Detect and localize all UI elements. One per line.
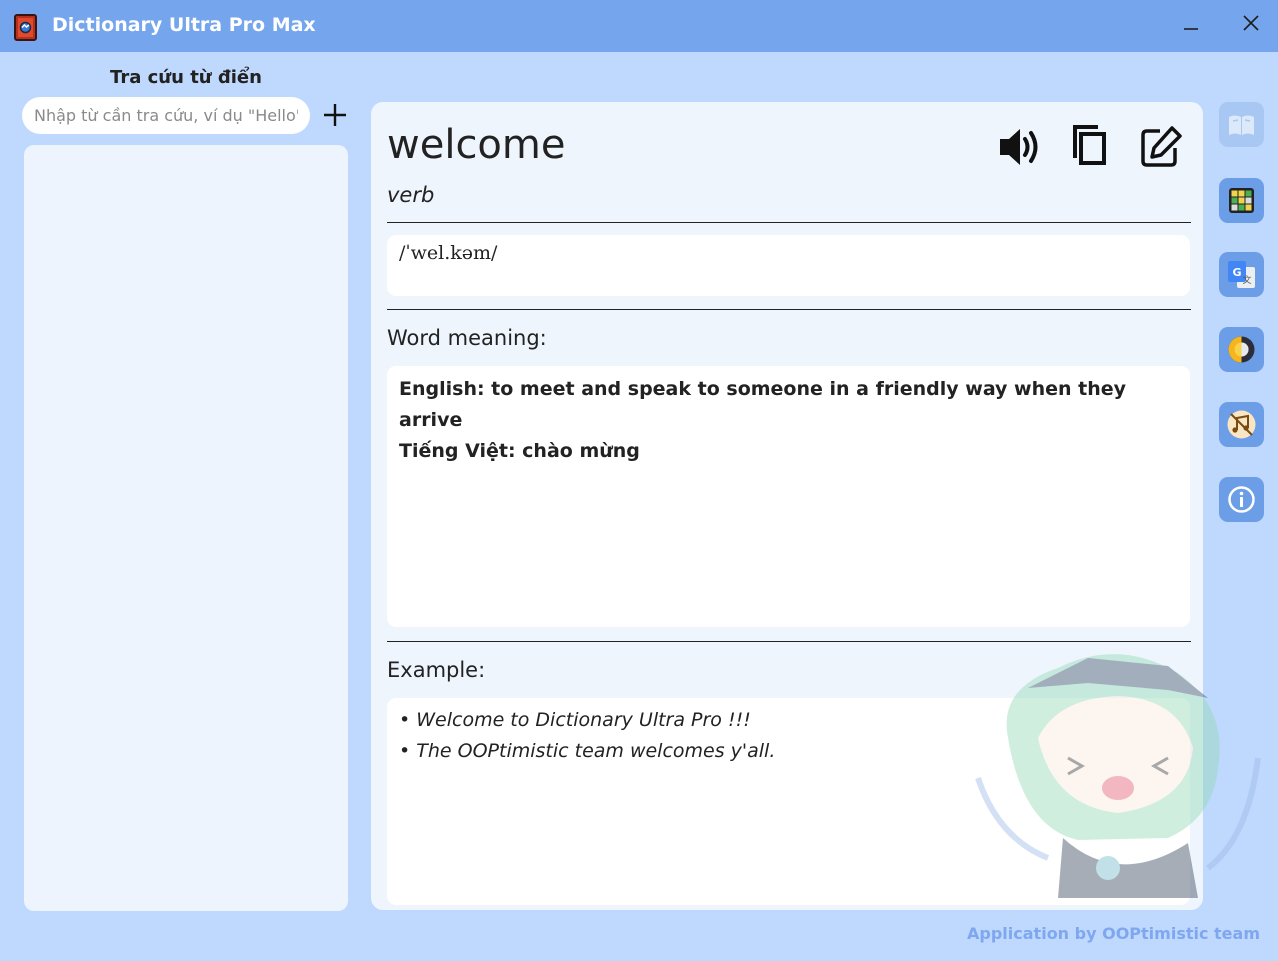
- example-item: • The OOPtimistic team welcomes y'all.: [399, 740, 776, 762]
- meaning-english: English: to meet and speak to someone in…: [399, 378, 1127, 431]
- theme-toggle-icon: [1228, 336, 1255, 363]
- dictionary-book-icon: [1229, 115, 1254, 135]
- dictionary-button[interactable]: [1219, 102, 1264, 147]
- minimize-icon[interactable]: [1176, 12, 1206, 42]
- search-input[interactable]: [22, 97, 310, 134]
- footer-credit: Application by OOPtimistic team: [967, 924, 1260, 943]
- meaning-vietnamese: Tiếng Việt: chào mừng: [399, 440, 640, 462]
- divider: [387, 641, 1191, 642]
- game-grid-icon: [1229, 188, 1254, 213]
- book-icon: [14, 14, 37, 41]
- edit-icon[interactable]: [1136, 122, 1186, 172]
- phonetic-box: /ˈwel.kəm/: [387, 235, 1190, 296]
- word-title: welcome: [387, 122, 566, 168]
- sidebar-heading: Tra cứu từ điển: [110, 67, 262, 88]
- close-icon[interactable]: [1236, 8, 1266, 38]
- example-box: • Welcome to Dictionary Ultra Pro !!! • …: [387, 698, 1190, 905]
- music-button[interactable]: [1219, 402, 1264, 447]
- music-toggle-icon: [1227, 410, 1256, 439]
- google-translate-icon: G 文: [1228, 261, 1255, 288]
- speaker-icon[interactable]: [995, 122, 1045, 172]
- theme-button[interactable]: [1219, 327, 1264, 372]
- game-button[interactable]: [1219, 178, 1264, 223]
- meaning-label: Word meaning:: [387, 326, 547, 350]
- info-icon: [1228, 486, 1255, 513]
- plus-icon[interactable]: [320, 100, 350, 130]
- search-results-list[interactable]: [24, 145, 348, 911]
- translate-button[interactable]: G 文: [1219, 252, 1264, 297]
- meaning-box: English: to meet and speak to someone in…: [387, 366, 1190, 627]
- copy-icon[interactable]: [1066, 122, 1116, 172]
- svg-text:文: 文: [1242, 274, 1251, 286]
- divider: [387, 309, 1191, 310]
- svg-text:G: G: [1232, 266, 1241, 279]
- title-bar: Dictionary Ultra Pro Max: [0, 0, 1278, 52]
- window-title: Dictionary Ultra Pro Max: [52, 14, 316, 36]
- divider: [387, 222, 1191, 223]
- example-item: • Welcome to Dictionary Ultra Pro !!!: [399, 709, 751, 731]
- info-button[interactable]: [1219, 477, 1264, 522]
- word-detail-panel: welcome verb /ˈwel.kəm/ Word meaning: En…: [371, 102, 1203, 910]
- part-of-speech: verb: [387, 183, 435, 207]
- phonetic-text: /ˈwel.kəm/: [399, 242, 498, 264]
- example-label: Example:: [387, 658, 486, 682]
